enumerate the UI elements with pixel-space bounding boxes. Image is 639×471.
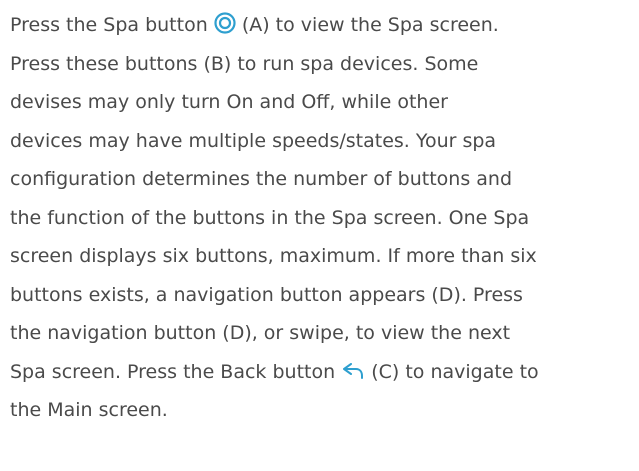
text-line-10: Spa screen. Press the Back button (C) to…: [10, 353, 636, 392]
text-line-3: devises may only turn On and Off, while …: [10, 91, 448, 113]
text-line-10-end: (C) to navigate to: [365, 360, 539, 383]
text-line-8: buttons exists, a navigation button appe…: [10, 283, 523, 306]
text-line-1-end: (A) to view the Spa screen.: [235, 14, 499, 36]
text-line-2: Press these buttons (B) to run spa devic…: [10, 52, 479, 75]
text-line-10-start: Spa screen. Press the Back button: [10, 360, 342, 383]
text-line-4: devices may have multiple speeds/states.…: [10, 129, 497, 152]
instruction-paragraph: Press the Spa button (A) to view the Spa…: [10, 6, 636, 430]
back-arrow-icon: [341, 356, 365, 395]
text-line-1: Press the Spa button (A) to view the Spa…: [10, 6, 636, 45]
text-line-1-start: Press the Spa button: [10, 14, 214, 36]
text-line-11: the Main screen.: [10, 399, 168, 421]
text-line-5: configuration determines the number of b…: [10, 168, 513, 190]
spa-button-icon: [214, 9, 236, 48]
text-line-6: the function of the buttons in the Spa s…: [10, 206, 530, 229]
text-line-9: the navigation button (D), or swipe, to …: [10, 322, 511, 344]
text-line-7: screen displays six buttons, maximum. If…: [10, 245, 537, 267]
